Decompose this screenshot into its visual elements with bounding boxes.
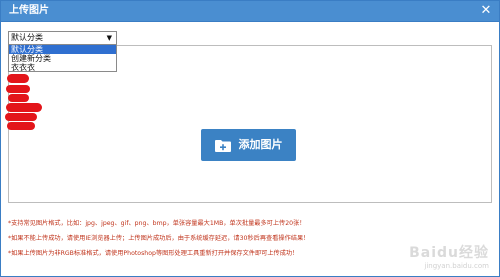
- redaction-mark: [6, 103, 42, 112]
- category-option-default[interactable]: 默认分类: [9, 45, 116, 54]
- redaction-mark: [5, 113, 37, 121]
- dialog-title: 上传图片: [9, 5, 49, 16]
- category-select-value: 默认分类: [11, 33, 43, 42]
- redaction-mark: [7, 74, 29, 83]
- redaction-mark: [7, 122, 35, 130]
- folder-plus-icon: [214, 139, 231, 152]
- close-icon[interactable]: ✕: [478, 3, 494, 19]
- dialog-titlebar: 上传图片 ✕: [1, 1, 499, 22]
- category-option-custom[interactable]: 衣衣衣: [9, 63, 116, 72]
- add-image-button-label: 添加图片: [238, 138, 283, 151]
- redaction-mark: [6, 85, 30, 93]
- baidu-jingyan-watermark: Baidu经验 jingyan.baidu.com: [409, 245, 489, 270]
- upload-image-dialog: 上传图片 ✕ 默认分类 ▼ 默认分类 创建新分类 衣衣衣 添加图片 *支持常见图…: [0, 0, 500, 277]
- category-select[interactable]: 默认分类 ▼: [8, 31, 117, 45]
- add-image-button[interactable]: 添加图片: [201, 129, 296, 161]
- note-supported-formats: *支持常见图片格式，比如：jpg、jpeg、gif、png、bmp，单张容量最大…: [8, 220, 306, 227]
- redaction-mark: [8, 94, 29, 102]
- chevron-down-icon[interactable]: ▼: [107, 32, 112, 44]
- category-dropdown-list: 默认分类 创建新分类 衣衣衣: [8, 44, 117, 72]
- category-option-create-new[interactable]: 创建新分类: [9, 54, 116, 63]
